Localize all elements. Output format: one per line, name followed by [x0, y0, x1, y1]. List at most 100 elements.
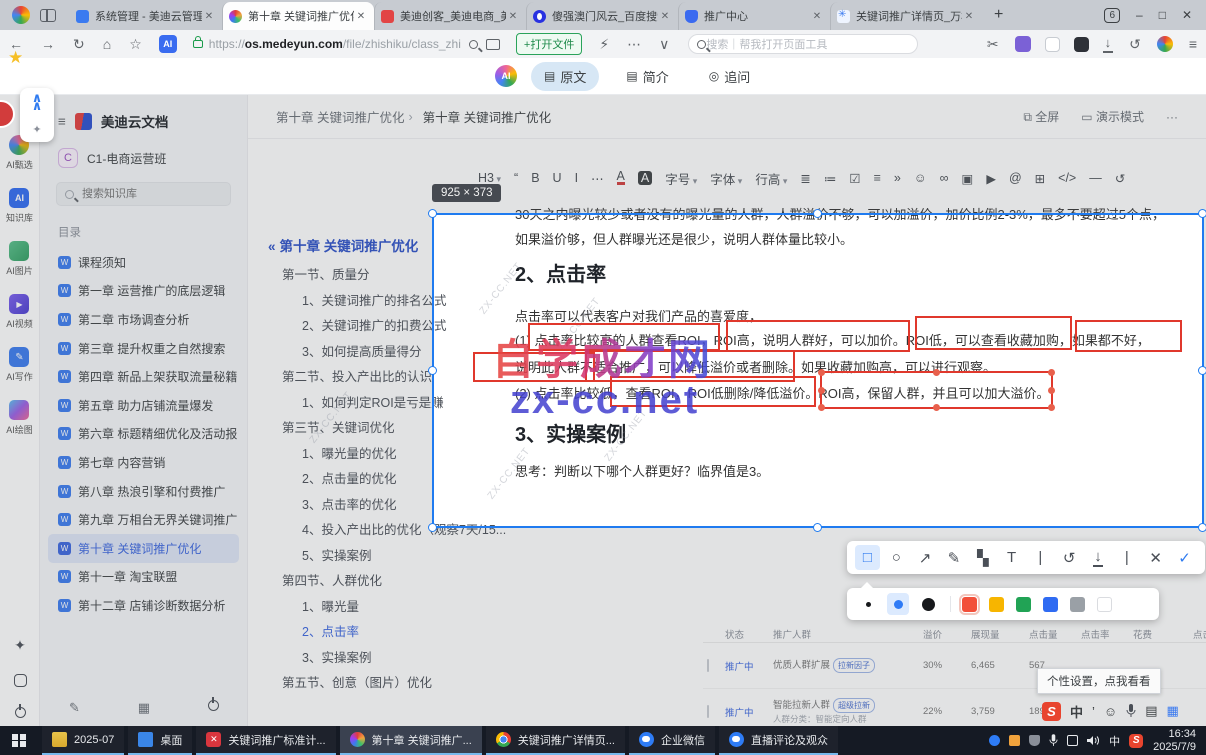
bookmark-star-icon[interactable]: ☆ — [120, 36, 151, 53]
toc-entry[interactable]: 1、曝光量 — [268, 595, 468, 621]
zoom-search-icon[interactable] — [468, 39, 478, 49]
indent[interactable]: » — [894, 171, 901, 185]
ai-doc-tab[interactable]: ▤ 简介 — [613, 62, 681, 91]
tab-close-icon[interactable]: ✕ — [354, 11, 368, 22]
more-format[interactable]: ⋯ — [591, 171, 604, 186]
download-tool[interactable]: ↓ — [1086, 545, 1111, 570]
text-tool[interactable]: T — [999, 545, 1024, 570]
apps-grid-icon[interactable]: ▦ — [138, 700, 150, 716]
selection-handle[interactable] — [428, 209, 437, 218]
line-height[interactable]: 行高 — [755, 169, 787, 188]
chapter-item[interactable]: 第二章 市场调查分析 — [48, 305, 239, 334]
toc-entry[interactable]: 第四节、人群优化 — [268, 569, 468, 595]
color-swatch[interactable] — [1070, 596, 1085, 612]
rail-tool-item[interactable]: 知识库 — [6, 188, 33, 224]
home-icon[interactable]: ⌂ — [94, 36, 120, 52]
table-header-cell[interactable]: 状态 — [725, 627, 773, 641]
selection-handle[interactable] — [1198, 366, 1206, 375]
font-color[interactable]: A — [616, 170, 625, 185]
lightning-icon[interactable]: ⚡ — [590, 36, 618, 53]
browser-tab[interactable]: 推广中心 ✕ — [678, 2, 830, 30]
window-close-button[interactable]: ✕ — [1182, 8, 1192, 22]
fullscreen-button[interactable]: ⧉ 全屏 — [1023, 108, 1059, 125]
font-size[interactable]: 字号 — [665, 169, 697, 188]
toc-entry[interactable]: 1、如何判定ROI是亏是赚 — [268, 391, 468, 417]
tab-close-icon[interactable]: ✕ — [962, 11, 976, 22]
rail-tool-item[interactable]: AI视频 — [6, 294, 33, 330]
row-checkbox[interactable] — [707, 659, 709, 672]
chapter-item[interactable]: 第十一章 淘宝联盟 — [48, 563, 239, 592]
heading[interactable]: H3 — [478, 171, 501, 185]
taskbar-item[interactable]: 桌面 — [128, 726, 193, 755]
reload-icon[interactable]: ↻ — [64, 36, 94, 53]
toc-entry[interactable]: 第二节、投入产出比的认识 — [268, 365, 468, 391]
browser-tab[interactable]: 傻强澳门风云_百度搜索 ✕ — [526, 2, 678, 30]
ai-doc-tab[interactable]: ▤ 原文 — [531, 61, 600, 91]
rail-tool-item[interactable]: AI写作 — [6, 347, 33, 383]
taskbar-item[interactable]: 关键词推广标准计... — [196, 726, 336, 755]
lock-icon[interactable] — [192, 36, 203, 48]
selection-handle[interactable] — [1198, 523, 1206, 532]
table-header-cell[interactable]: 溢价 — [923, 627, 971, 641]
bullet-list[interactable]: ≣ — [800, 171, 810, 186]
pinned-star-icon[interactable]: ★ — [8, 48, 23, 68]
table[interactable]: ⊞ — [1035, 171, 1045, 186]
ai-assistant-logo[interactable] — [495, 65, 517, 87]
tray-security-icon[interactable] — [1029, 735, 1041, 746]
power-icon[interactable] — [208, 697, 219, 711]
chapter-item[interactable]: 第八章 热浪引擎和付费推广 — [48, 477, 239, 506]
tab-close-icon[interactable]: ✕ — [506, 11, 520, 22]
divider[interactable]: — — [1089, 171, 1102, 185]
screenshot-icon[interactable] — [485, 38, 500, 50]
taskbar-clock[interactable]: 16:34 2025/7/9 — [1153, 728, 1206, 754]
taskbar-item[interactable]: 直播评论及观众 — [718, 726, 838, 755]
toc-entry[interactable]: 2、关键词推广的扣费公式 — [268, 314, 468, 340]
ime-punctuation-icon[interactable]: ’ — [1092, 704, 1095, 719]
tab-close-icon[interactable]: ✕ — [658, 11, 672, 22]
separator[interactable]: | — [1114, 545, 1139, 570]
toc-entry[interactable]: 第五节、创意（图片）优化 — [268, 671, 468, 697]
toc-entry[interactable]: 4、投入产出比的优化（观察7天/15... — [268, 518, 506, 544]
breadcrumb-parent[interactable]: 第十章 关键词推广优化 — [276, 107, 404, 126]
align[interactable]: ≡ — [874, 171, 881, 185]
maximize-button[interactable]: □ — [1159, 8, 1166, 22]
task-list[interactable]: ☑ — [849, 171, 860, 186]
taskbar-item[interactable]: 第十章 关键词推广... — [339, 726, 482, 755]
browser-tab[interactable]: 系统管理 - 美迪云管理 ✕ — [70, 2, 222, 30]
present-mode-button[interactable]: ▭ 演示模式 — [1081, 108, 1144, 125]
stroke-size-option[interactable] — [917, 593, 939, 615]
knowledge-search[interactable] — [56, 182, 231, 206]
highlight[interactable]: A — [637, 171, 653, 185]
history-restore-icon[interactable]: ↺ — [1120, 36, 1150, 53]
toc-entry[interactable]: 3、实操案例 — [268, 646, 468, 672]
color-swatch[interactable] — [989, 596, 1004, 612]
ime-emoji-icon[interactable]: ☺ — [1104, 704, 1117, 719]
annotation-rectangle[interactable] — [1075, 320, 1182, 352]
history-clock-icon[interactable] — [13, 674, 27, 687]
new-tab-button[interactable]: + — [982, 6, 1015, 24]
toc-entry[interactable]: 第一节、质量分 — [268, 263, 468, 289]
translate-extension-icon[interactable] — [1014, 36, 1031, 52]
code[interactable]: </> — [1058, 171, 1076, 185]
browser-tab[interactable]: 关键词推广详情页_万相 ✕ — [830, 2, 982, 30]
ime-mic-icon[interactable] — [1126, 704, 1136, 718]
toc-entry[interactable]: 3、点击率的优化 — [268, 493, 468, 519]
table-header-cell[interactable]: 点击转化率 — [1193, 627, 1206, 641]
chapter-item[interactable]: 第六章 标题精细优化及活动报 — [48, 420, 239, 449]
selection-handle[interactable] — [428, 523, 437, 532]
table-header-cell[interactable]: 展现量 — [971, 627, 1029, 641]
start-button[interactable] — [0, 726, 38, 755]
open-file-button[interactable]: +打开文件 — [515, 33, 583, 55]
undo[interactable]: ↺ — [1115, 171, 1125, 186]
sogou-logo-icon[interactable]: S — [1042, 701, 1061, 721]
ai-extension-icon[interactable]: AI — [158, 35, 177, 53]
tab-close-icon[interactable]: ✕ — [810, 11, 824, 22]
tab-close-icon[interactable]: ✕ — [202, 11, 216, 22]
underline[interactable]: U — [553, 171, 562, 185]
extension-icon[interactable] — [1044, 36, 1060, 52]
ime-skin-icon[interactable]: ▦ — [1166, 703, 1178, 719]
ime-keyboard-icon[interactable]: ▤ — [1145, 703, 1157, 719]
ellipse-tool[interactable]: ○ — [884, 545, 909, 570]
undo-tool[interactable]: ↺ — [1057, 545, 1082, 570]
color-swatch[interactable] — [959, 593, 980, 615]
